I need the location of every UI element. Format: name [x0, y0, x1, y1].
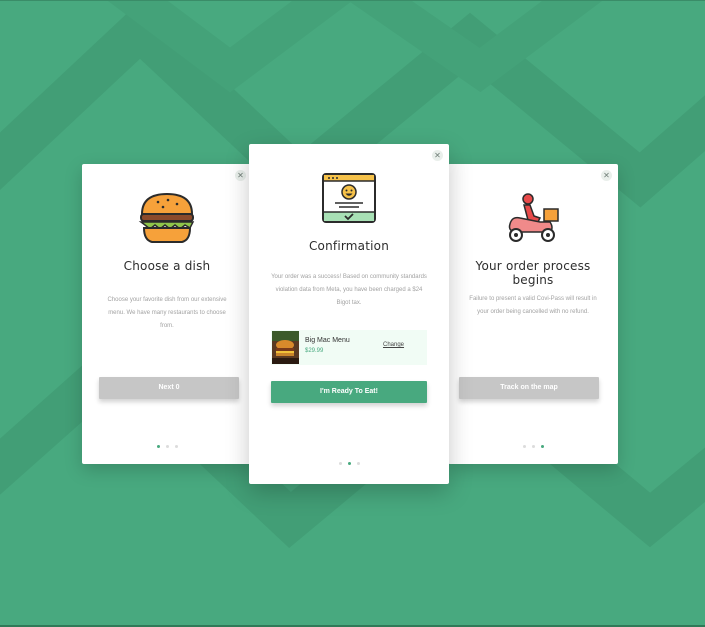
dot-1[interactable] — [522, 445, 526, 448]
dot-1[interactable] — [338, 462, 342, 465]
step-card-choose-dish: ✕ Choose a dish Choose your favorite dis… — [82, 164, 252, 464]
card-description: Choose your favorite dish from our exten… — [107, 297, 227, 329]
card-description: Failure to present a valid Covi-Pass wil… — [469, 296, 597, 315]
dot-2[interactable] — [531, 445, 535, 448]
ready-to-eat-button[interactable]: I'm Ready To Eat! — [271, 381, 427, 403]
step-card-order-process: ✕ Your order process begins Failure to p… — [448, 164, 618, 464]
order-item-price: $29.99 — [305, 348, 324, 354]
change-order-link[interactable]: Change — [383, 342, 404, 348]
dot-1[interactable] — [156, 445, 160, 448]
dot-2[interactable] — [347, 462, 351, 465]
card-title: Confirmation — [308, 239, 390, 253]
top-border — [0, 0, 705, 1]
dot-2[interactable] — [165, 445, 169, 448]
order-thumbnail-image — [272, 331, 299, 364]
confirmation-window-icon — [322, 173, 376, 223]
card-description: Your order was a success! Based on commu… — [271, 274, 427, 306]
pagination-dots — [82, 445, 252, 449]
step-card-confirmation: ✕ Confirmation Your order was a success!… — [249, 144, 449, 484]
pagination-dots — [448, 445, 618, 449]
dot-3[interactable] — [356, 462, 360, 465]
next-button[interactable]: Next 0 — [99, 377, 239, 399]
order-summary: Big Mac Menu $29.99 Change — [271, 330, 427, 365]
delivery-scooter-icon — [508, 193, 559, 242]
burger-icon — [138, 192, 195, 243]
dot-3[interactable] — [540, 445, 544, 448]
close-icon[interactable]: ✕ — [601, 170, 612, 181]
card-title: Your order process begins — [475, 259, 591, 287]
dot-3[interactable] — [174, 445, 178, 448]
order-item-name: Big Mac Menu — [305, 337, 350, 344]
pagination-dots — [249, 462, 449, 466]
close-icon[interactable]: ✕ — [432, 150, 443, 161]
close-icon[interactable]: ✕ — [235, 170, 246, 181]
card-title: Choose a dish — [123, 259, 211, 273]
track-map-button[interactable]: Track on the map — [459, 377, 599, 399]
